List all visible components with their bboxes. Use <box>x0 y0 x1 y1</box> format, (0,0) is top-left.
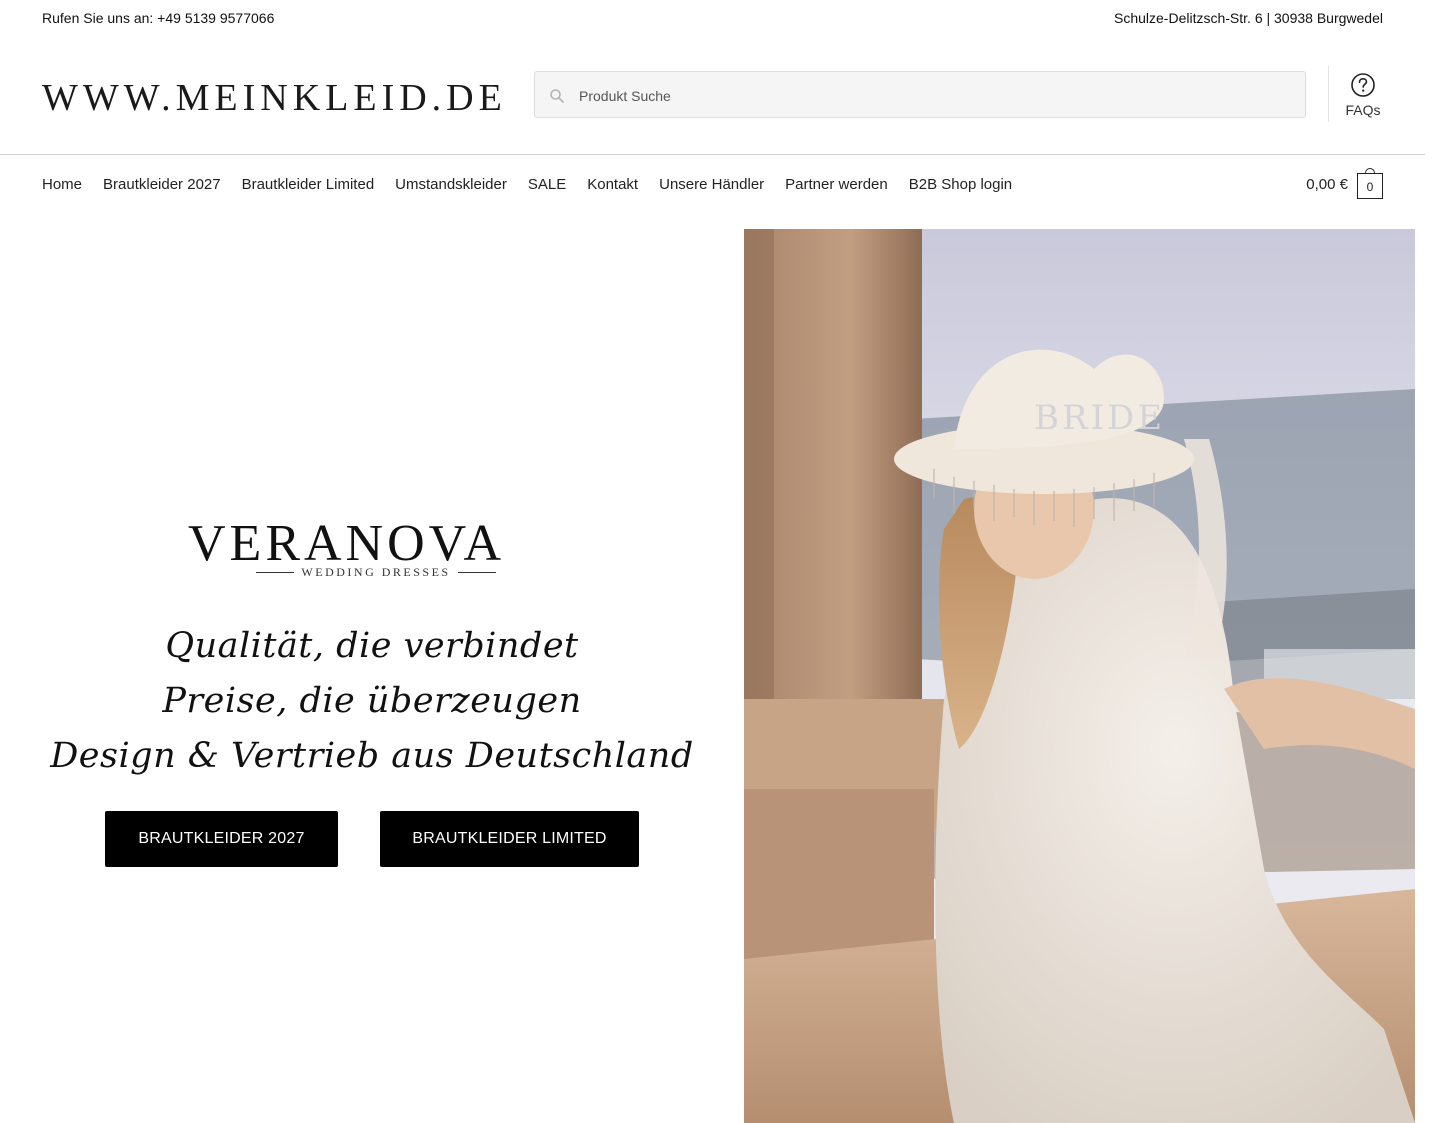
brand-logo: VERANOVA WEDDING DRESSES <box>180 514 564 594</box>
cart-total[interactable]: 0,00 € <box>1306 176 1348 193</box>
product-search[interactable] <box>534 71 1306 119</box>
hat-text: BRIDE <box>1034 398 1165 438</box>
brand-subtitle-row: WEDDING DRESSES <box>256 564 497 580</box>
cart-bag-icon[interactable]: 0 <box>1357 168 1383 199</box>
top-info-bar: Rufen Sie uns an: +49 5139 9577066 Schul… <box>0 0 1440 36</box>
brautkleider-2027-button[interactable]: BRAUTKLEIDER 2027 <box>105 811 338 867</box>
brautkleider-limited-button[interactable]: BRAUTKLEIDER LIMITED <box>380 811 639 867</box>
brand-subtitle: WEDDING DRESSES <box>301 564 451 579</box>
nav-item-sale[interactable]: SALE <box>528 176 566 193</box>
header-divider <box>1328 66 1329 122</box>
site-logo[interactable]: WWW.MEINKLEID.DE <box>42 76 507 120</box>
nav-item-unsere-haendler[interactable]: Unsere Händler <box>659 176 764 193</box>
nav-item-brautkleider-2027[interactable]: Brautkleider 2027 <box>103 176 221 193</box>
question-circle-icon <box>1351 73 1375 97</box>
tagline-prices: Preise, die überzeugen <box>162 681 582 721</box>
tagline-quality: Qualität, die verbindet <box>165 626 579 666</box>
nav-item-kontakt[interactable]: Kontakt <box>587 176 638 193</box>
main-navigation: Home Brautkleider 2027 Brautkleider Limi… <box>0 155 1440 215</box>
nav-item-home[interactable]: Home <box>42 176 82 193</box>
site-header: WWW.MEINKLEID.DE FAQs <box>0 36 1425 155</box>
nav-item-partner-werden[interactable]: Partner werden <box>785 176 888 193</box>
faq-label: FAQs <box>1345 102 1381 118</box>
bride-photo-illustration: BRIDE <box>744 229 1415 1123</box>
faq-link[interactable]: FAQs <box>1338 72 1388 118</box>
nav-item-brautkleider-limited[interactable]: Brautkleider Limited <box>242 176 375 193</box>
search-icon <box>550 89 564 103</box>
mini-cart[interactable]: 0,00 € 0 <box>1306 168 1383 199</box>
search-input[interactable] <box>577 72 1281 119</box>
divider-line <box>457 571 497 573</box>
hero-bride-photo: BRIDE <box>744 229 1415 1123</box>
cart-count: 0 <box>1366 180 1374 194</box>
hero-text-panel: VERANOVA WEDDING DRESSES Qualität, die v… <box>0 229 744 1123</box>
tagline-design: Design & Vertrieb aus Deutschland <box>50 736 694 776</box>
nav-item-umstandskleider[interactable]: Umstandskleider <box>395 176 507 193</box>
divider-line <box>256 571 295 573</box>
store-address: Schulze-Delitzsch-Str. 6 | 30938 Burgwed… <box>1114 10 1383 26</box>
nav-item-b2b-shop-login[interactable]: B2B Shop login <box>909 176 1012 193</box>
phone-contact[interactable]: Rufen Sie uns an: +49 5139 9577066 <box>42 10 274 26</box>
